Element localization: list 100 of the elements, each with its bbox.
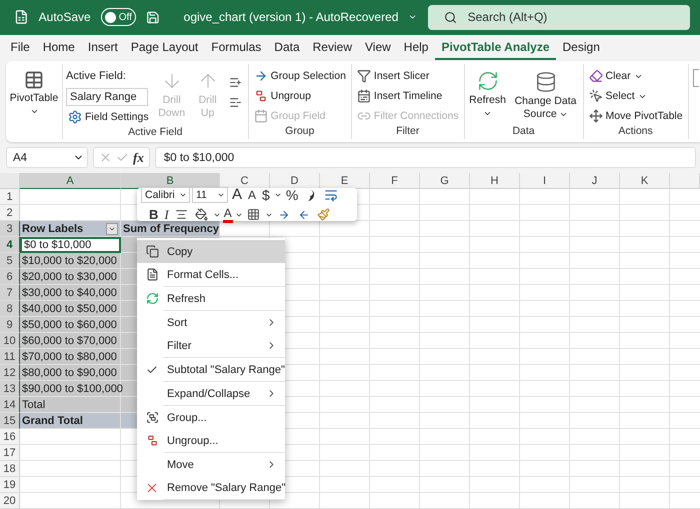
currency-button[interactable]: $ xyxy=(260,186,272,202)
column-header[interactable]: D xyxy=(270,173,320,189)
column-header[interactable]: H xyxy=(470,173,520,189)
pointer-icon xyxy=(588,89,603,104)
row-header[interactable]: 4 xyxy=(0,237,20,253)
row-header[interactable]: 16 xyxy=(0,429,20,445)
ribbon-button[interactable]: Insert Slicer xyxy=(354,68,461,85)
ungroup-icon xyxy=(254,89,268,104)
copy-icon xyxy=(146,245,158,258)
row-header[interactable]: 7 xyxy=(0,285,20,301)
menu-item[interactable]: Filter xyxy=(137,334,285,357)
menu-item[interactable]: Group... xyxy=(137,406,285,429)
row-header[interactable]: 2 xyxy=(0,205,20,221)
ribbon-tab[interactable]: View xyxy=(358,34,398,60)
menu-item[interactable]: Remove "Salary Range" xyxy=(137,476,285,499)
font-size-select[interactable]: 11 xyxy=(192,186,228,202)
column-header[interactable]: K xyxy=(620,173,670,189)
ribbon-tab[interactable]: Design xyxy=(556,34,606,60)
column-header[interactable]: C xyxy=(220,173,270,189)
row-header[interactable]: 3 xyxy=(0,221,20,237)
field-settings-button[interactable]: Field Settings xyxy=(66,108,151,126)
ribbon-tab[interactable]: PivotTable Analyze xyxy=(434,34,556,60)
percent-button[interactable]: % xyxy=(284,186,300,202)
row-header[interactable]: 9 xyxy=(0,317,20,333)
row-header[interactable]: 12 xyxy=(0,365,20,381)
name-box[interactable]: A4 xyxy=(6,147,88,168)
table-cell: $20,000 to $30,000 xyxy=(20,269,121,285)
menu-item[interactable]: Move xyxy=(137,453,285,476)
column-header[interactable]: J xyxy=(570,173,620,189)
ribbon-button[interactable]: Move PivotTable xyxy=(586,108,685,125)
search-field[interactable]: Search (Alt+Q) xyxy=(428,4,690,30)
column-header[interactable]: G xyxy=(420,173,470,189)
menu-item[interactable]: Expand/Collapse xyxy=(137,382,285,405)
move-icon xyxy=(588,109,603,124)
menu-item[interactable]: Subtotal "Salary Range" xyxy=(137,358,285,381)
table-cell: $30,000 to $40,000 xyxy=(20,285,121,301)
ribbon-tab[interactable]: Review xyxy=(306,34,358,60)
row-header[interactable]: 19 xyxy=(0,477,20,493)
row-header[interactable]: 11 xyxy=(0,349,20,365)
ribbon-button[interactable]: Clear xyxy=(586,68,685,85)
formula-field[interactable]: $0 to $10,000 xyxy=(154,147,696,168)
column-header[interactable]: E xyxy=(320,173,370,189)
row-header[interactable]: 13 xyxy=(0,381,20,397)
ribbon-tab[interactable]: Home xyxy=(36,34,82,60)
ribbon-tab[interactable]: Insert xyxy=(81,34,124,60)
timeline-icon xyxy=(356,89,371,104)
refresh-icon xyxy=(146,292,158,305)
ribbon-tab[interactable]: Help xyxy=(397,34,435,60)
row-header[interactable]: 17 xyxy=(0,445,20,461)
group-label: Filter xyxy=(396,124,420,137)
table-cell: $40,000 to $50,000 xyxy=(20,301,121,317)
group-label: Data xyxy=(512,124,535,137)
table-cell: $60,000 to $70,000 xyxy=(20,333,121,349)
insert-function-button[interactable]: fx xyxy=(133,150,144,166)
ribbon-button[interactable]: Refresh xyxy=(468,68,508,125)
menu-item[interactable]: Format Cells... xyxy=(137,263,285,286)
table-cell: $70,000 to $80,000 xyxy=(20,349,121,365)
italic-button[interactable]: I xyxy=(162,206,171,222)
row-header[interactable]: 8 xyxy=(0,301,20,317)
row-header[interactable]: 18 xyxy=(0,461,20,477)
group-label: Group xyxy=(285,124,314,137)
column-header[interactable]: I xyxy=(520,173,570,189)
grow-font-button[interactable]: A xyxy=(230,186,244,202)
settings-icon xyxy=(68,110,82,124)
table-cell: Row Labels xyxy=(20,221,121,237)
ribbon-tab[interactable]: Page Layout xyxy=(124,34,205,60)
column-header[interactable]: A xyxy=(20,173,121,189)
table-cell: Total xyxy=(20,397,121,413)
ribbon-tab[interactable]: File xyxy=(4,34,36,60)
ribbon-icon[interactable] xyxy=(692,68,699,87)
menu-item[interactable]: Sort xyxy=(137,311,285,334)
row-header[interactable]: 5 xyxy=(0,253,20,269)
row-header[interactable]: 20 xyxy=(0,493,20,509)
menu-item[interactable]: Refresh xyxy=(137,287,285,310)
ribbon-button[interactable]: Insert Timeline xyxy=(354,88,461,105)
font-select[interactable]: Calibri xyxy=(141,186,190,202)
row-header[interactable]: 1 xyxy=(0,189,20,205)
table-cell: Sum of Frequency xyxy=(121,221,220,237)
ribbon-button[interactable]: Ungroup xyxy=(252,88,348,105)
ribbon-button[interactable]: Change Data Source xyxy=(512,68,580,125)
table-cell: $90,000 to $100,000 xyxy=(20,381,121,397)
ribbon-button[interactable]: Group Selection xyxy=(252,68,348,85)
menu-item[interactable]: Copy xyxy=(137,240,285,263)
ungroup-icon xyxy=(146,434,158,447)
row-header[interactable]: 10 xyxy=(0,333,20,349)
row-header[interactable]: 14 xyxy=(0,397,20,413)
row-header[interactable]: 6 xyxy=(0,269,20,285)
column-header[interactable]: F xyxy=(370,173,420,189)
column-header[interactable]: B xyxy=(121,173,220,189)
row-header[interactable]: 15 xyxy=(0,413,20,429)
active-field-input[interactable]: Salary Range xyxy=(66,88,148,106)
menu-item[interactable]: Ungroup... xyxy=(137,429,285,452)
ribbon-tab[interactable]: Data xyxy=(268,34,306,60)
ribbon-tab[interactable]: Formulas xyxy=(204,34,268,60)
font-color-button[interactable]: A xyxy=(222,206,233,222)
bold-button[interactable]: B xyxy=(147,206,160,222)
autosave-toggle[interactable]: Off xyxy=(100,8,136,26)
pivottable-button[interactable]: PivotTable xyxy=(9,68,59,137)
shrink-font-button[interactable]: A xyxy=(246,186,258,202)
ribbon-button[interactable]: Select xyxy=(586,88,685,105)
